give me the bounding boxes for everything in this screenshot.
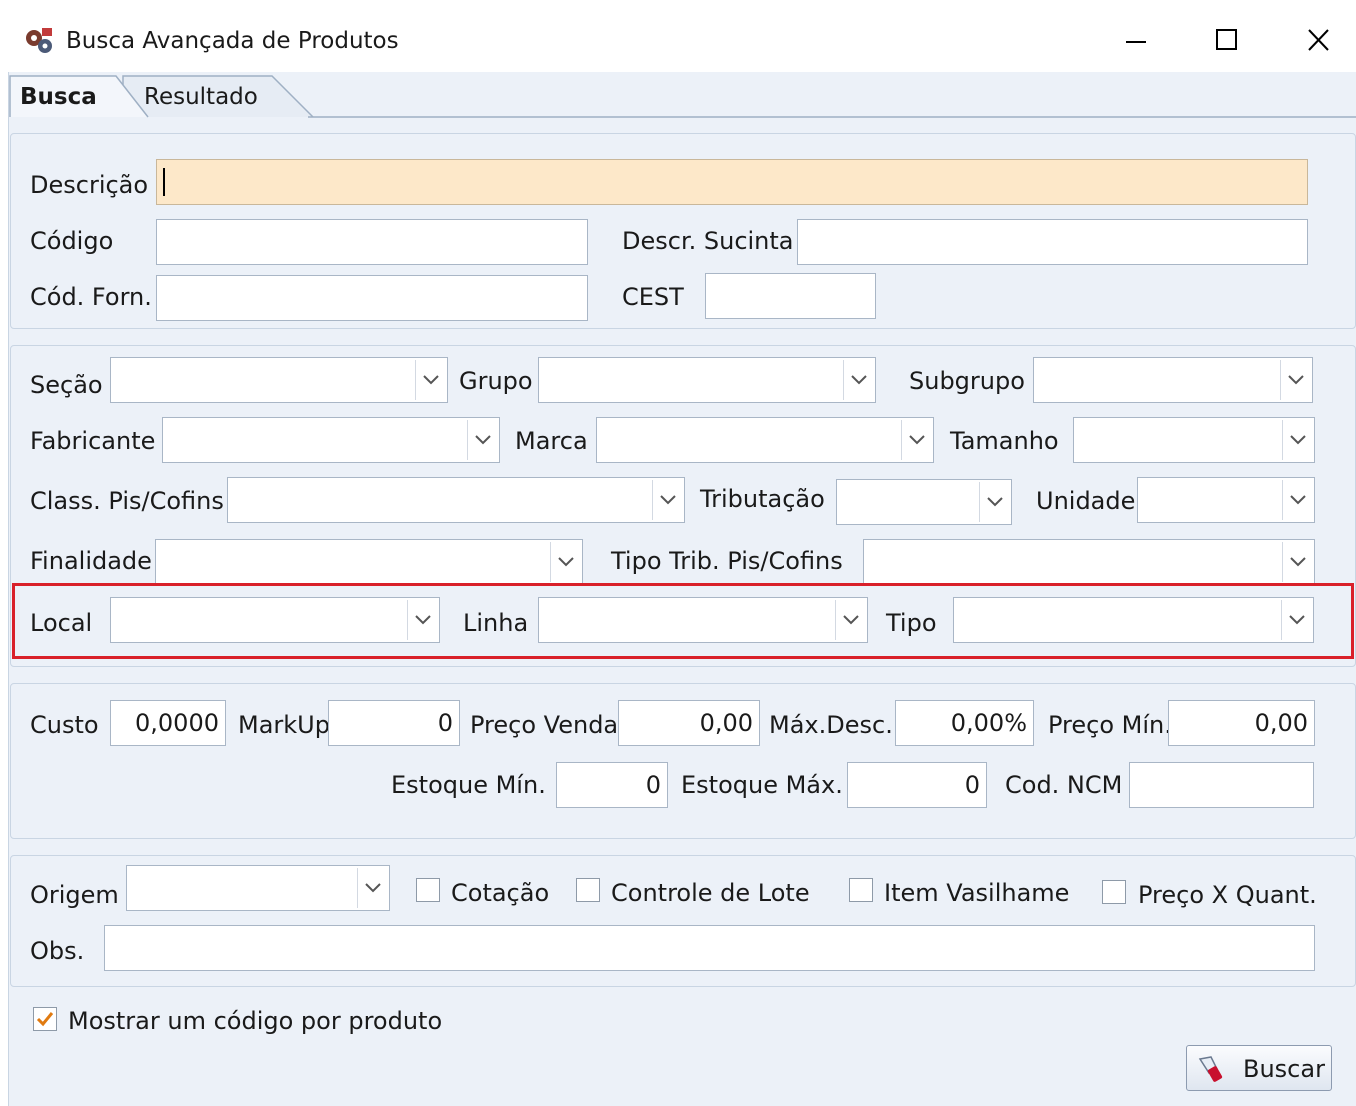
- buscar-label: Buscar: [1243, 1055, 1325, 1083]
- cod-forn-label: Cód. Forn.: [30, 283, 152, 311]
- preco-quant-checkbox[interactable]: [1102, 880, 1126, 904]
- finalidade-label: Finalidade: [30, 547, 152, 575]
- descr-sucinta-input[interactable]: [797, 219, 1308, 265]
- preco-venda-input[interactable]: 0,00: [618, 700, 760, 746]
- tipo-trib-pis-cofins-select[interactable]: [863, 539, 1315, 585]
- controle-lote-checkbox[interactable]: [576, 878, 600, 902]
- obs-input[interactable]: [104, 925, 1315, 971]
- tributacao-label: Tributação: [700, 485, 825, 513]
- grupo-select[interactable]: [538, 357, 876, 403]
- markup-input[interactable]: 0: [328, 700, 460, 746]
- cotacao-checkbox[interactable]: [416, 878, 440, 902]
- tab-strip: Busca Resultado: [8, 72, 1356, 118]
- mostrar-checkbox[interactable]: [33, 1007, 57, 1031]
- checkmark-icon: [36, 1012, 54, 1027]
- unidade-label: Unidade: [1036, 487, 1136, 515]
- item-vasilhame-checkbox[interactable]: [849, 878, 873, 902]
- cotacao-label[interactable]: Cotação: [451, 881, 549, 905]
- grupo-label: Grupo: [459, 367, 533, 395]
- subgrupo-label: Subgrupo: [909, 367, 1025, 395]
- preco-min-input[interactable]: 0,00: [1168, 700, 1315, 746]
- class-pis-cofins-label: Class. Pis/Cofins: [30, 487, 224, 515]
- maximize-icon[interactable]: [1206, 22, 1246, 58]
- estoque-min-input[interactable]: 0: [556, 762, 668, 808]
- chevron-down-icon[interactable]: [843, 360, 873, 400]
- finalidade-select[interactable]: [155, 539, 583, 585]
- close-icon[interactable]: [1298, 22, 1338, 58]
- max-desc-input[interactable]: 0,00%: [895, 700, 1034, 746]
- fabricante-select[interactable]: [162, 417, 500, 463]
- subgrupo-select[interactable]: [1033, 357, 1313, 403]
- chevron-down-icon[interactable]: [1280, 360, 1310, 400]
- chevron-down-icon[interactable]: [979, 482, 1009, 522]
- preco-min-label: Preço Mín.: [1048, 711, 1172, 739]
- local-label: Local: [30, 609, 93, 637]
- chevron-down-icon[interactable]: [1281, 600, 1311, 640]
- max-desc-label: Máx.Desc.: [769, 711, 893, 739]
- chevron-down-icon[interactable]: [407, 600, 437, 640]
- class-pis-cofins-select[interactable]: [227, 477, 685, 523]
- tipo-select[interactable]: [953, 597, 1314, 643]
- codigo-input[interactable]: [156, 219, 588, 265]
- chevron-down-icon[interactable]: [1282, 542, 1312, 582]
- descricao-label: Descrição: [30, 171, 149, 199]
- obs-label: Obs.: [30, 937, 85, 965]
- cest-label: CEST: [622, 283, 684, 311]
- tipo-trib-pis-cofins-label: Tipo Trib. Pis/Cofins: [611, 547, 843, 575]
- codigo-label: Código: [30, 227, 114, 255]
- cod-forn-input[interactable]: [156, 275, 588, 321]
- tamanho-label: Tamanho: [950, 427, 1059, 455]
- linha-label: Linha: [463, 609, 529, 637]
- descricao-input[interactable]: [156, 159, 1308, 205]
- estoque-min-label: Estoque Mín.: [391, 771, 546, 799]
- chevron-down-icon[interactable]: [357, 868, 387, 908]
- tipo-label: Tipo: [886, 609, 937, 637]
- controle-lote-label[interactable]: Controle de Lote: [611, 881, 810, 905]
- window-title: Busca Avançada de Produtos: [66, 28, 399, 54]
- tab-resultado[interactable]: Resultado: [144, 86, 258, 109]
- title-bar: Busca Avançada de Produtos: [0, 0, 1356, 72]
- linha-select[interactable]: [538, 597, 868, 643]
- chevron-down-icon[interactable]: [835, 600, 865, 640]
- chevron-down-icon[interactable]: [415, 360, 445, 400]
- local-select[interactable]: [110, 597, 440, 643]
- estoque-max-input[interactable]: 0: [847, 762, 987, 808]
- origem-select[interactable]: [126, 865, 390, 911]
- item-vasilhame-label[interactable]: Item Vasilhame: [884, 881, 1069, 905]
- preco-quant-label[interactable]: Preço X Quant.: [1138, 883, 1317, 907]
- estoque-max-label: Estoque Máx.: [681, 771, 843, 799]
- cest-input[interactable]: [705, 273, 876, 319]
- chevron-down-icon[interactable]: [652, 480, 682, 520]
- custo-input[interactable]: 0,0000: [110, 700, 226, 746]
- mostrar-label[interactable]: Mostrar um código por produto: [68, 1009, 442, 1033]
- marca-label: Marca: [515, 427, 588, 455]
- markup-label: MarkUp: [238, 711, 330, 739]
- text-caret: [163, 168, 165, 196]
- origem-label: Origem: [30, 881, 119, 909]
- buscar-button[interactable]: Buscar: [1186, 1045, 1332, 1091]
- tamanho-select[interactable]: [1073, 417, 1315, 463]
- marca-select[interactable]: [596, 417, 934, 463]
- secao-label: Seção: [30, 371, 103, 399]
- chevron-down-icon[interactable]: [1282, 420, 1312, 460]
- chevron-down-icon[interactable]: [1282, 480, 1312, 520]
- minimize-icon[interactable]: [1116, 22, 1156, 58]
- fabricante-label: Fabricante: [30, 427, 156, 455]
- gears-icon: [22, 24, 56, 58]
- chevron-down-icon[interactable]: [901, 420, 931, 460]
- preco-venda-label: Preço Venda: [470, 711, 619, 739]
- unidade-select[interactable]: [1137, 477, 1315, 523]
- cod-ncm-label: Cod. NCM: [1005, 771, 1123, 799]
- flashlight-icon: [1197, 1053, 1229, 1085]
- tributacao-select[interactable]: [836, 479, 1012, 525]
- chevron-down-icon[interactable]: [467, 420, 497, 460]
- tab-busca[interactable]: Busca: [20, 86, 97, 109]
- descr-sucinta-label: Descr. Sucinta: [622, 227, 794, 255]
- custo-label: Custo: [30, 711, 99, 739]
- cod-ncm-input[interactable]: [1129, 762, 1314, 808]
- chevron-down-icon[interactable]: [550, 542, 580, 582]
- secao-select[interactable]: [110, 357, 448, 403]
